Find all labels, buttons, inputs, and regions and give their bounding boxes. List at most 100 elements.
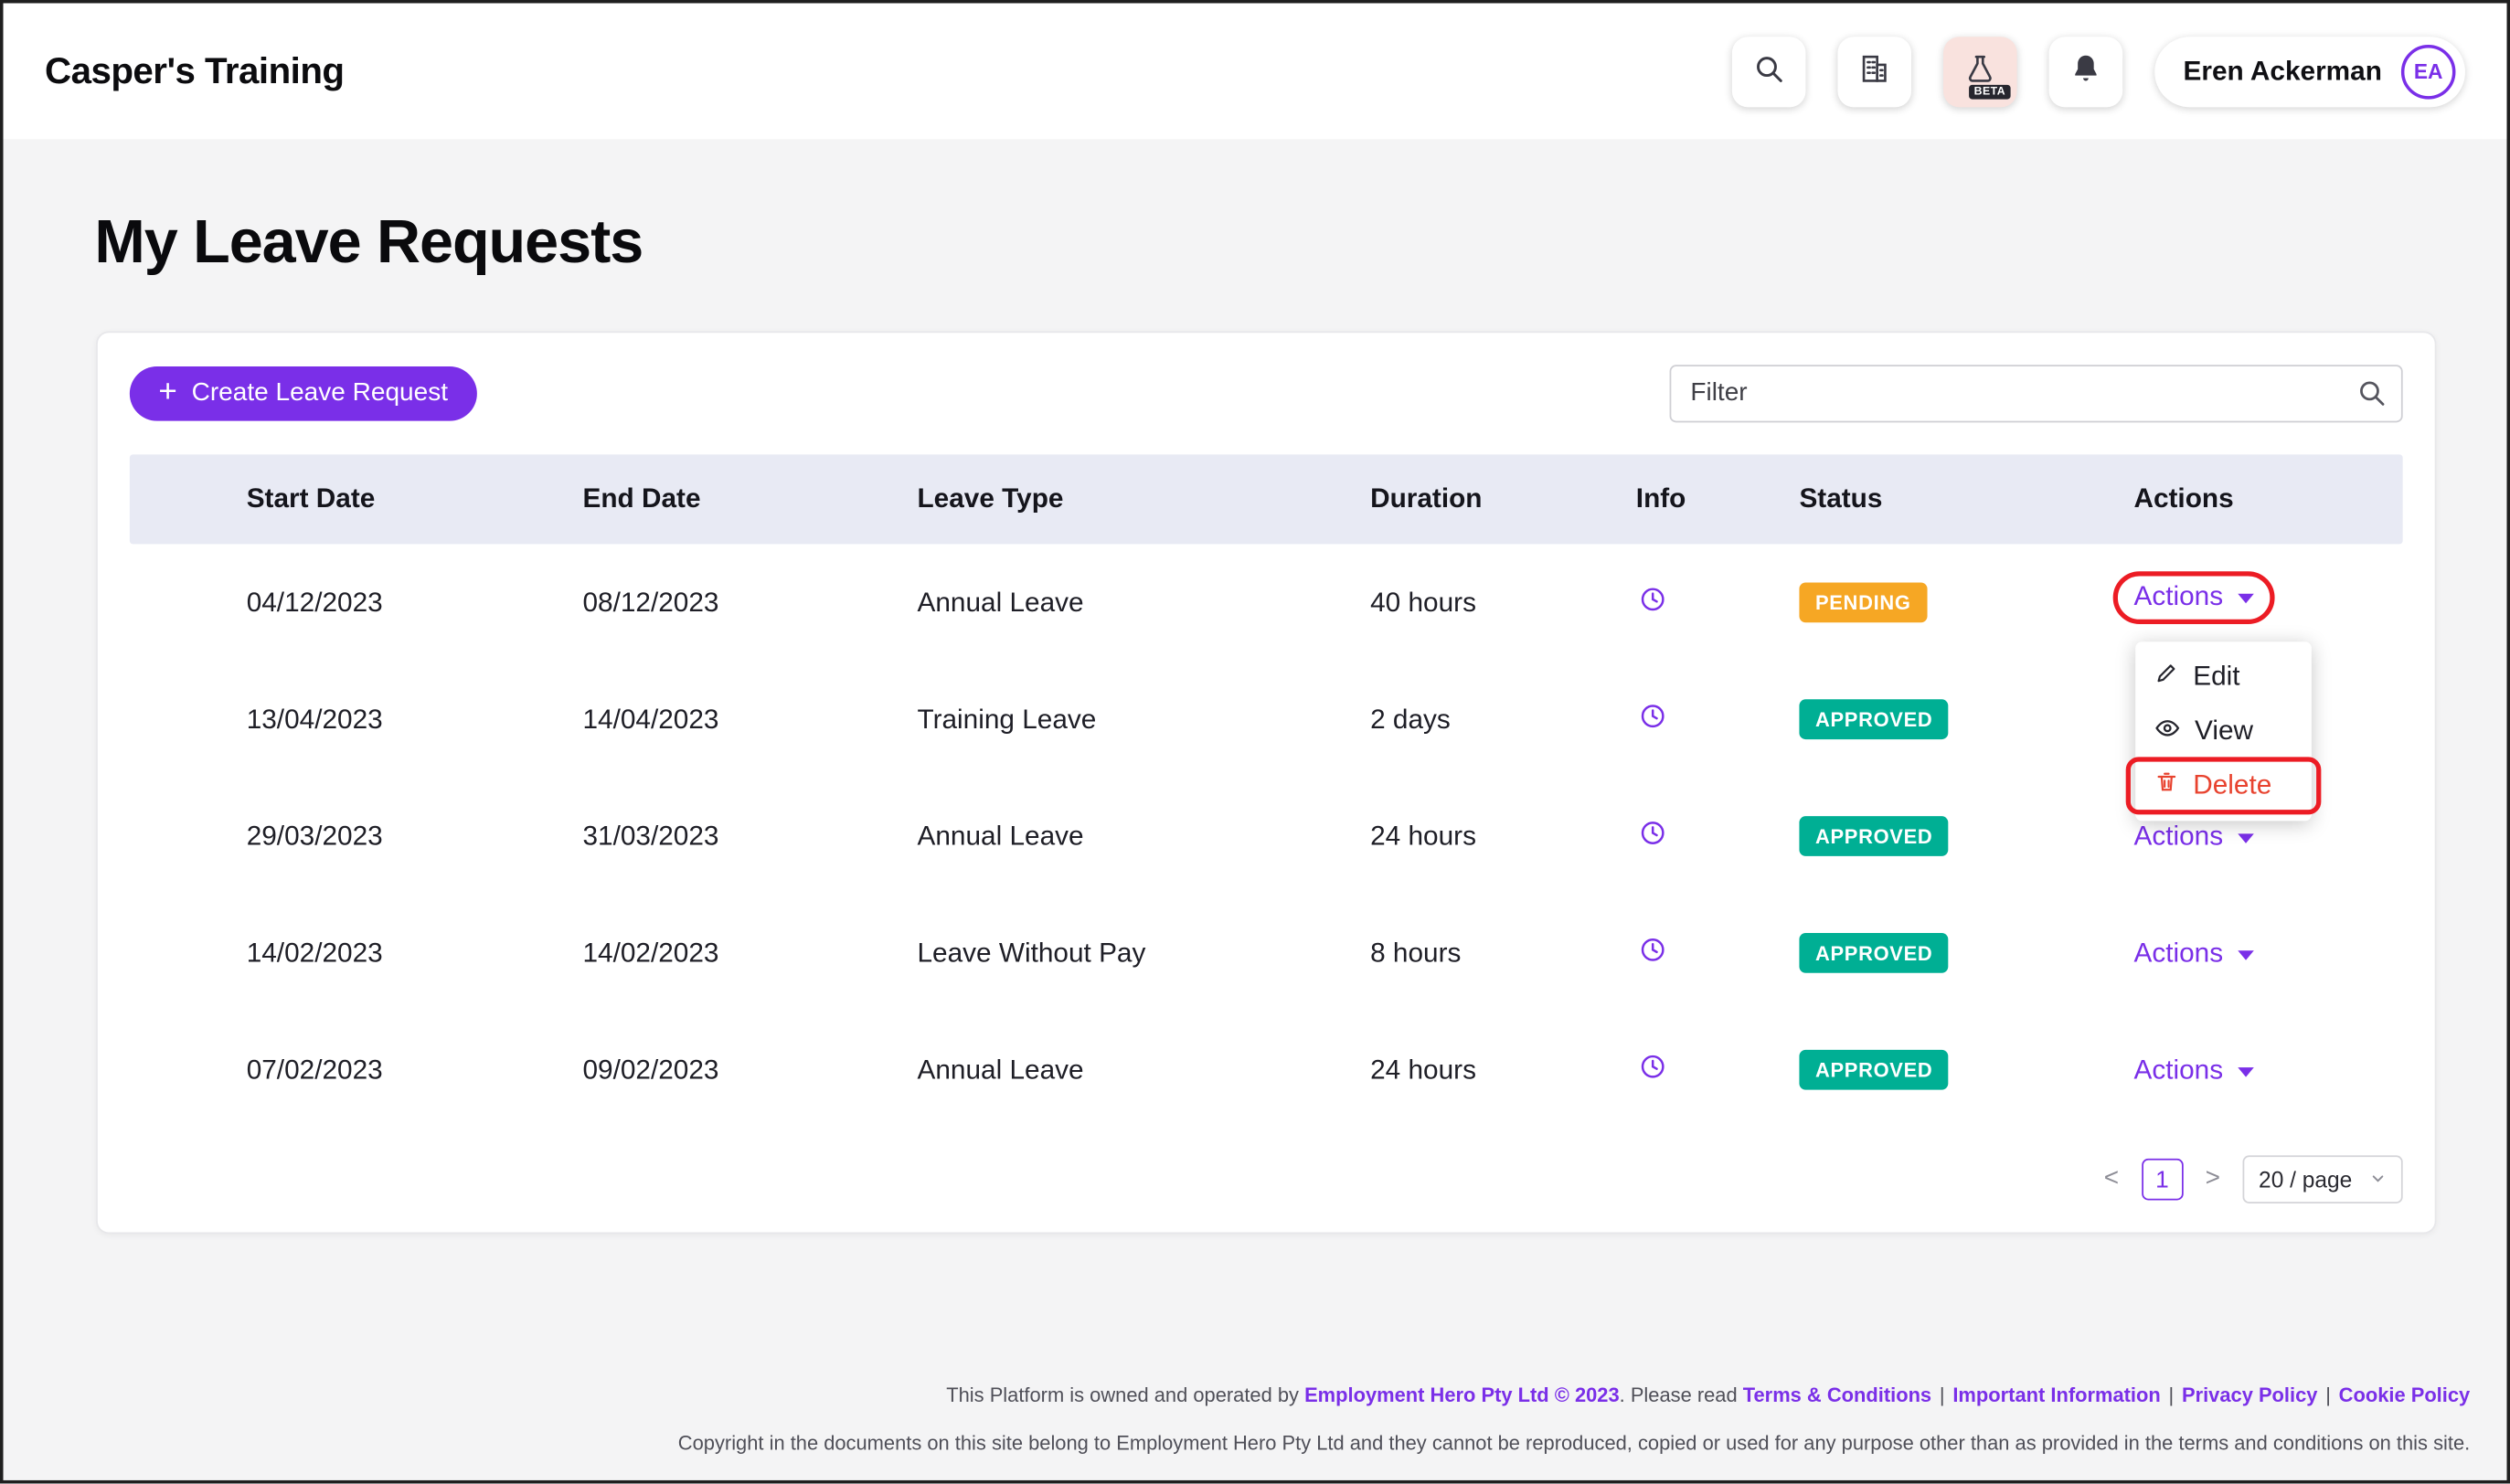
footer-separator: |: [2169, 1384, 2175, 1407]
table-row: 14/02/2023 14/02/2023 Leave Without Pay …: [130, 895, 2403, 1012]
card-toolbar: + Create Leave Request: [130, 365, 2403, 422]
actions-label: Actions: [2133, 1054, 2223, 1086]
filter-input[interactable]: [1670, 365, 2403, 422]
actions-dropdown-trigger[interactable]: Actions: [2133, 937, 2253, 969]
menu-item-view-label: View: [2195, 716, 2253, 747]
status-badge: APPROVED: [1799, 933, 1948, 973]
actions-label: Actions: [2133, 821, 2223, 853]
clock-info-icon[interactable]: [1636, 936, 1666, 963]
chevron-down-icon: [2238, 833, 2254, 843]
labs-beta-button[interactable]: BETA: [1943, 36, 2017, 106]
next-page-button[interactable]: >: [2202, 1165, 2223, 1194]
table-row: 13/04/2023 14/04/2023 Training Leave 2 d…: [130, 661, 2403, 778]
cell-leave-type: Annual Leave: [917, 587, 1370, 619]
cell-end-date: 08/12/2023: [582, 587, 917, 619]
menu-item-edit[interactable]: Edit: [2135, 650, 2312, 705]
actions-label: Actions: [2133, 937, 2223, 969]
clock-info-icon[interactable]: [1636, 1052, 1666, 1079]
page-size-select[interactable]: 20 / page: [2243, 1155, 2403, 1203]
status-badge: PENDING: [1799, 582, 1927, 622]
cell-end-date: 14/04/2023: [582, 704, 917, 736]
page: Casper's Training BETA: [0, 0, 2510, 1483]
column-header-end-date: End Date: [582, 483, 917, 515]
actions-dropdown-trigger[interactable]: Actions: [2133, 1054, 2253, 1086]
footer: This Platform is owned and operated by E…: [100, 1372, 2471, 1468]
plus-icon: +: [158, 376, 176, 408]
chevron-down-icon: [2369, 1167, 2387, 1192]
cell-duration: 24 hours: [1370, 821, 1636, 853]
pencil-icon: [2154, 661, 2178, 693]
search-icon: [1752, 53, 1784, 90]
clock-info-icon[interactable]: [1636, 819, 1666, 846]
cell-end-date: 09/02/2023: [582, 1054, 917, 1086]
cell-start-date: 29/03/2023: [247, 821, 583, 853]
create-leave-request-label: Create Leave Request: [192, 379, 448, 408]
actions-label: Actions: [2133, 581, 2223, 613]
menu-item-view[interactable]: View: [2135, 705, 2312, 759]
search-button[interactable]: [1732, 36, 1806, 106]
clock-info-icon[interactable]: [1636, 585, 1666, 612]
notifications-button[interactable]: [2048, 36, 2122, 106]
footer-link-company[interactable]: Employment Hero Pty Ltd © 2023: [1304, 1384, 1620, 1407]
cell-duration: 2 days: [1370, 704, 1636, 736]
menu-item-delete-label: Delete: [2193, 769, 2271, 801]
screenshot-root: Casper's Training BETA: [0, 0, 2510, 1484]
actions-dropdown-trigger[interactable]: Actions: [2133, 581, 2253, 613]
eye-icon: [2154, 715, 2180, 748]
menu-item-delete[interactable]: Delete: [2135, 758, 2312, 813]
chevron-down-icon: [2238, 1066, 2254, 1076]
cell-end-date: 14/02/2023: [582, 937, 917, 969]
footer-text: . Please read: [1620, 1384, 1743, 1407]
user-name: Eren Ackerman: [2184, 55, 2382, 87]
footer-link-privacy-policy[interactable]: Privacy Policy: [2182, 1384, 2317, 1407]
column-header-duration: Duration: [1370, 483, 1636, 515]
annotation-ellipse-actions: Actions: [2113, 571, 2274, 624]
actions-dropdown-trigger[interactable]: Actions: [2133, 821, 2253, 853]
cell-start-date: 13/04/2023: [247, 704, 583, 736]
avatar: EA: [2401, 44, 2456, 99]
footer-link-cookie-policy[interactable]: Cookie Policy: [2339, 1384, 2471, 1407]
cell-leave-type: Annual Leave: [917, 821, 1370, 853]
organisation-button[interactable]: [1837, 36, 1911, 106]
chevron-down-icon: [2238, 594, 2254, 604]
column-header-info: Info: [1636, 483, 1800, 515]
footer-link-important-information[interactable]: Important Information: [1952, 1384, 2160, 1407]
beta-badge: BETA: [1969, 84, 2010, 99]
table-row: 04/12/2023 08/12/2023 Annual Leave 40 ho…: [130, 544, 2403, 661]
app-title: Casper's Training: [45, 49, 344, 92]
footer-separator: |: [1940, 1384, 1945, 1407]
cell-end-date: 31/03/2023: [582, 821, 917, 853]
column-header-actions: Actions: [2133, 483, 2402, 515]
previous-page-button[interactable]: <: [2101, 1165, 2122, 1194]
filter-field: [1670, 365, 2403, 422]
footer-link-terms[interactable]: Terms & Conditions: [1743, 1384, 1931, 1407]
user-menu[interactable]: Eren Ackerman EA: [2154, 36, 2465, 106]
footer-line-1: This Platform is owned and operated by E…: [100, 1372, 2471, 1420]
menu-item-edit-label: Edit: [2193, 661, 2239, 693]
table-row: 29/03/2023 31/03/2023 Annual Leave 24 ho…: [130, 778, 2403, 895]
cell-leave-type: Leave Without Pay: [917, 937, 1370, 969]
status-badge: APPROVED: [1799, 699, 1948, 739]
cell-duration: 40 hours: [1370, 587, 1636, 619]
table-header-row: Start Date End Date Leave Type Duration …: [130, 454, 2403, 544]
cell-start-date: 07/02/2023: [247, 1054, 583, 1086]
page-number-button[interactable]: 1: [2142, 1159, 2184, 1201]
column-header-start-date: Start Date: [247, 483, 583, 515]
footer-separator: |: [2325, 1384, 2331, 1407]
page-size-value: 20 / page: [2259, 1167, 2352, 1192]
cell-start-date: 14/02/2023: [247, 937, 583, 969]
leave-requests-card: + Create Leave Request Start Date End Da…: [96, 332, 2436, 1235]
cell-start-date: 04/12/2023: [247, 587, 583, 619]
cell-leave-type: Training Leave: [917, 704, 1370, 736]
bell-icon: [2069, 53, 2101, 90]
filter-search-icon: [2356, 377, 2387, 416]
trash-icon: [2154, 769, 2178, 801]
top-bar: Casper's Training BETA: [4, 4, 2507, 140]
footer-line-2: Copyright in the documents on this site …: [100, 1419, 2471, 1468]
status-badge: APPROVED: [1799, 816, 1948, 856]
create-leave-request-button[interactable]: + Create Leave Request: [130, 366, 477, 421]
actions-dropdown-menu: Edit View Delete: [2135, 641, 2312, 821]
clock-info-icon[interactable]: [1636, 702, 1666, 729]
status-badge: APPROVED: [1799, 1050, 1948, 1090]
column-header-leave-type: Leave Type: [917, 483, 1370, 515]
